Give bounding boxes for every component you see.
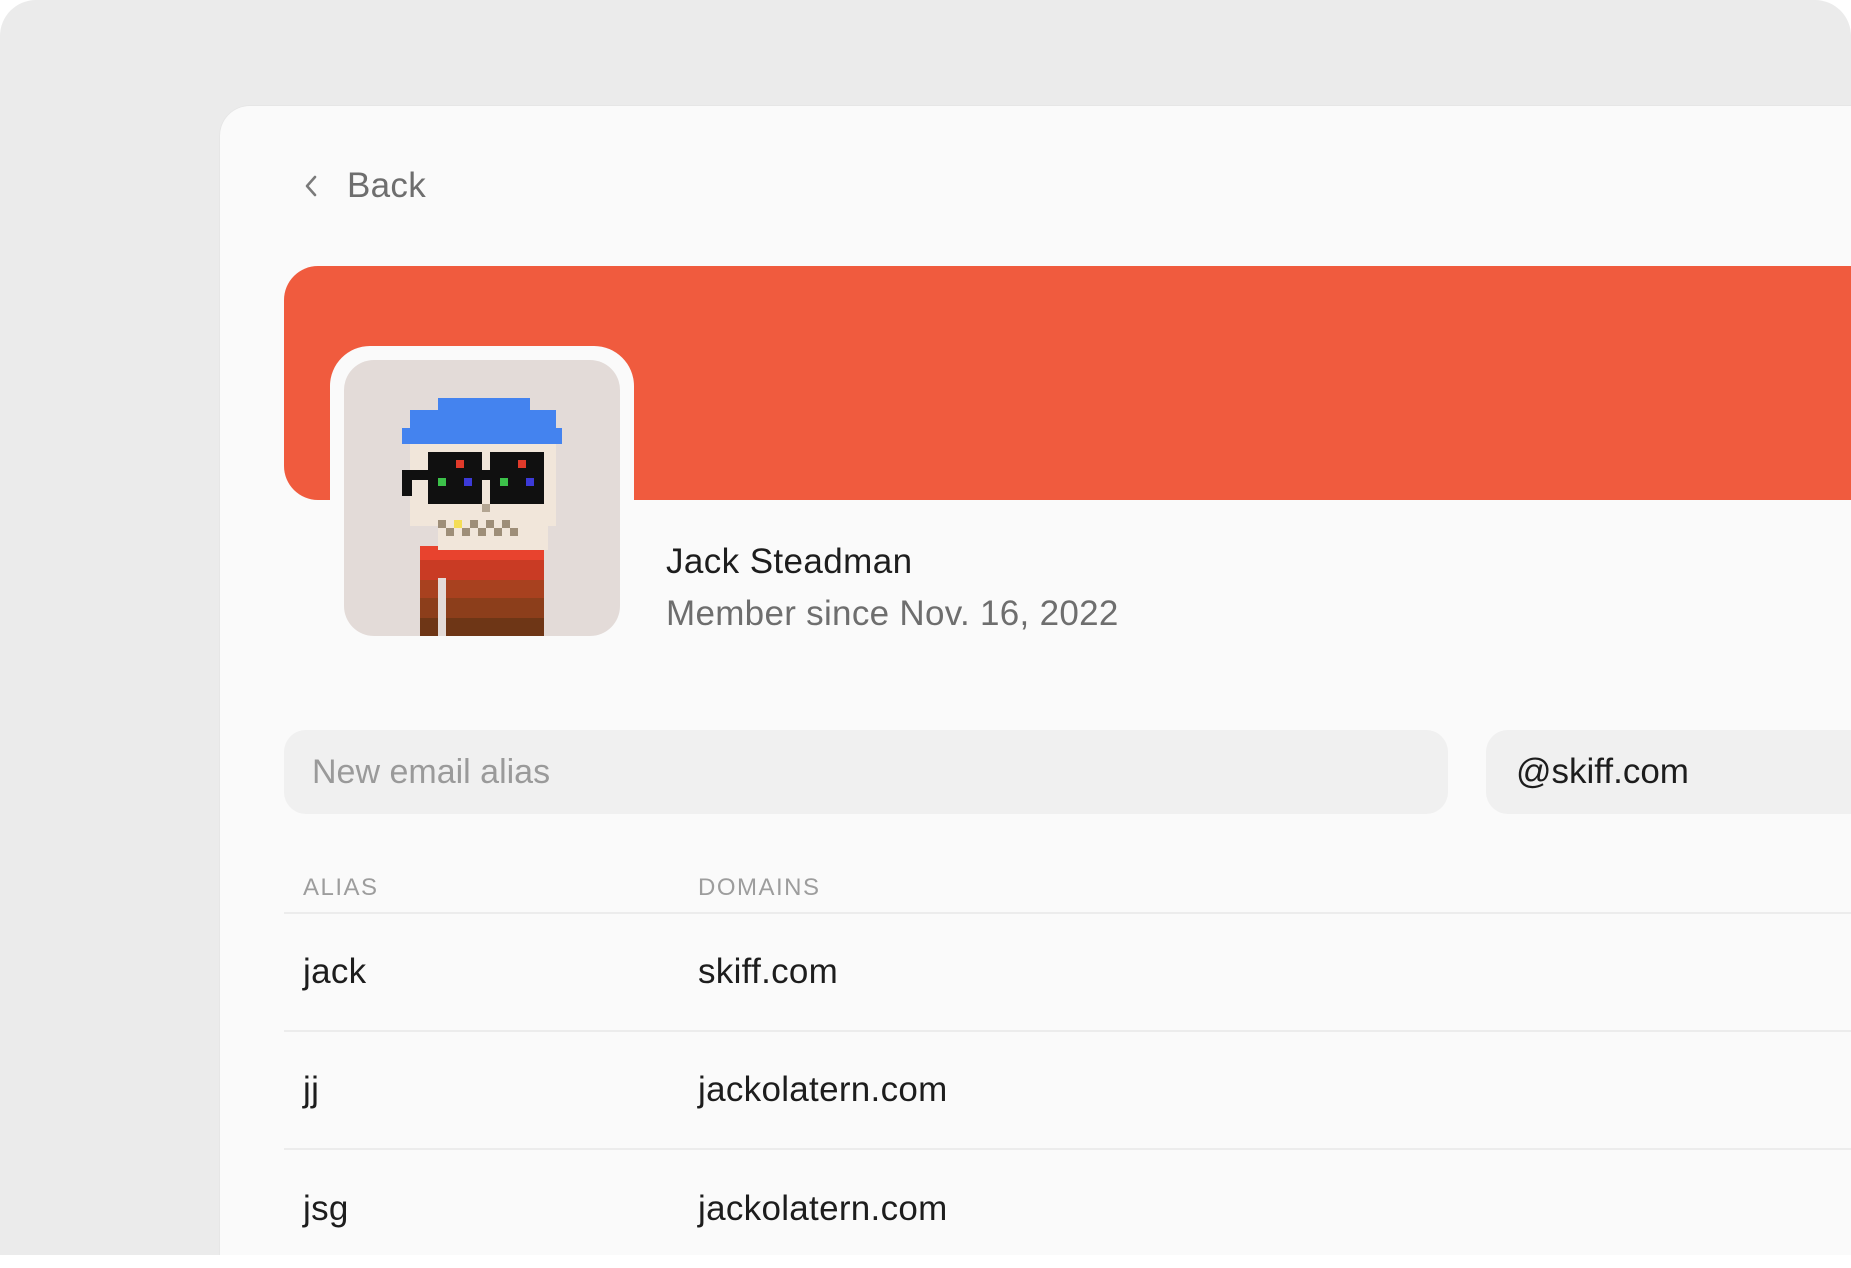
table-row[interactable]: jack skiff.com <box>284 914 1851 1032</box>
domain-cell: jackolatern.com <box>698 1070 948 1109</box>
alias-cell: jj <box>303 1070 320 1109</box>
alias-table-header: ALIAS DOMAINS <box>284 862 1851 914</box>
alias-cell: jack <box>303 952 367 991</box>
pixel-avatar-icon <box>344 360 620 636</box>
avatar-frame <box>330 346 634 650</box>
chevron-left-icon <box>299 174 323 198</box>
domain-cell: jackolatern.com <box>698 1189 948 1228</box>
alias-column-header: ALIAS <box>303 874 379 901</box>
domains-column-header: DOMAINS <box>698 874 821 901</box>
alias-table: ALIAS DOMAINS jack skiff.com jj jackolat… <box>284 862 1851 1268</box>
domain-cell: skiff.com <box>698 952 839 991</box>
back-label: Back <box>347 166 427 205</box>
table-row[interactable]: jj jackolatern.com <box>284 1032 1851 1150</box>
member-since-text: Member since Nov. 16, 2022 <box>666 594 1119 633</box>
domain-select-value: @skiff.com <box>1516 752 1689 791</box>
domain-select[interactable]: @skiff.com <box>1486 730 1851 814</box>
table-row[interactable]: jsg jackolatern.com <box>284 1150 1851 1268</box>
back-button[interactable]: Back <box>299 162 426 210</box>
user-name: Jack Steadman <box>666 542 913 581</box>
new-alias-input[interactable] <box>284 730 1448 814</box>
avatar[interactable] <box>344 360 620 636</box>
alias-cell: jsg <box>303 1189 349 1228</box>
